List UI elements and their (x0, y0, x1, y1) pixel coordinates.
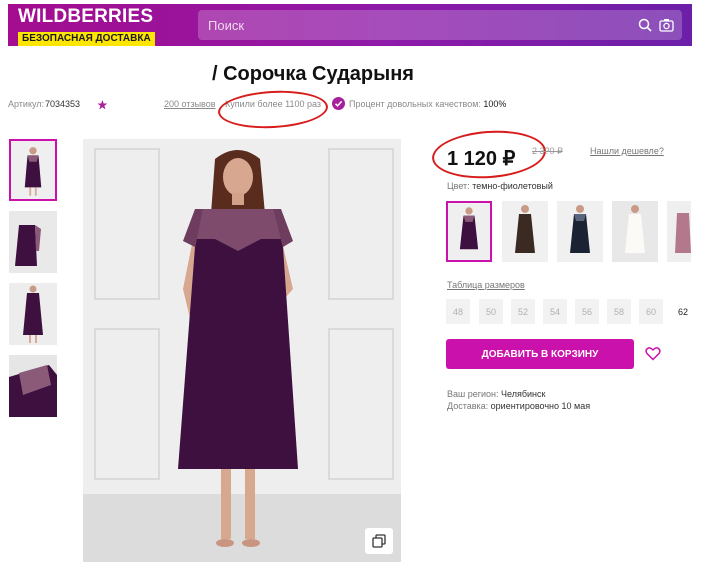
size-62[interactable]: 62 (671, 299, 695, 324)
price: 1 120 ₽ (447, 148, 516, 170)
search-bar (198, 10, 682, 40)
size-table-link[interactable]: Таблица размеров (447, 280, 525, 290)
product-title: / Сорочка Сударыня (212, 63, 414, 85)
color-swatch-white[interactable] (612, 201, 658, 262)
article-number: 7034353 (45, 99, 81, 109)
product-page: WILDBERRIES БЕЗОПАСНАЯ ДОСТАВКА / Сорочк… (0, 0, 707, 578)
logo-text: WILDBERRIES (18, 6, 154, 27)
quality-value: 100% (483, 99, 507, 109)
size-58: 58 (607, 299, 631, 324)
search-icon[interactable] (638, 18, 652, 32)
region-info: Ваш регион: Челябинск (447, 389, 545, 399)
search-input[interactable] (198, 10, 618, 40)
size-48: 48 (446, 299, 470, 324)
check-icon (332, 97, 345, 110)
article-label: Артикул: (8, 99, 45, 109)
size-60: 60 (639, 299, 663, 324)
quality-label: Процент довольных качеством: (349, 99, 481, 109)
heart-icon[interactable] (645, 346, 661, 361)
quality-info: Процент довольных качеством: 100% (349, 99, 506, 109)
delivery-value: ориентировочно 10 мая (490, 401, 591, 411)
color-swatch-brown[interactable] (502, 201, 548, 262)
delivery-info: Доставка: ориентировочно 10 мая (447, 401, 590, 411)
size-50: 50 (479, 299, 503, 324)
region-value[interactable]: Челябинск (501, 389, 545, 399)
cheaper-link[interactable]: Нашли дешевле? (590, 146, 664, 156)
thumbnail-3[interactable] (9, 283, 57, 345)
star-icon: ★ (97, 98, 109, 112)
color-swatch-pink[interactable] (667, 201, 691, 262)
annotation-ellipse-bought (217, 88, 329, 131)
delivery-label: Доставка: (447, 401, 489, 411)
size-54: 54 (543, 299, 567, 324)
logo[interactable]: WILDBERRIES БЕЗОПАСНАЯ ДОСТАВКА (18, 6, 168, 46)
region-label: Ваш регион: (447, 389, 499, 399)
color-value: темно-фиолетовый (472, 181, 553, 191)
logo-tagline: БЕЗОПАСНАЯ ДОСТАВКА (18, 32, 155, 46)
thumbnail-4[interactable] (9, 355, 57, 417)
size-52: 52 (511, 299, 535, 324)
site-header: WILDBERRIES БЕЗОПАСНАЯ ДОСТАВКА (8, 4, 692, 46)
color-label: Цвет: (447, 181, 470, 191)
size-56: 56 (575, 299, 599, 324)
color-swatch-navy[interactable] (557, 201, 603, 262)
thumbnail-1[interactable] (9, 139, 57, 201)
copy-icon[interactable] (365, 528, 393, 554)
add-to-cart-button[interactable]: ДОБАВИТЬ В КОРЗИНУ (446, 339, 634, 369)
reviews-link[interactable]: 200 отзывов (164, 99, 216, 109)
main-product-photo[interactable] (83, 139, 401, 562)
thumbnail-2[interactable] (9, 211, 57, 273)
color-swatch-purple[interactable] (446, 201, 492, 262)
old-price: 2 3?0 ₽ (532, 146, 563, 156)
camera-icon[interactable] (659, 18, 674, 32)
color-info: Цвет: темно-фиолетовый (447, 181, 553, 191)
